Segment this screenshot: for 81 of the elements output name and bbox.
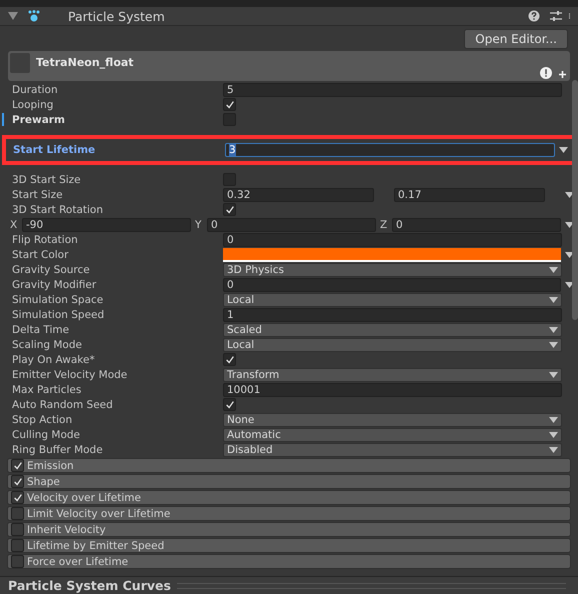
property-label: Play On Awake* <box>12 354 96 366</box>
number-field[interactable]: -90 <box>22 218 191 232</box>
property-label: Start Lifetime <box>13 144 96 156</box>
property-label: Prewarm <box>12 114 66 126</box>
checkbox[interactable] <box>11 539 24 552</box>
number-field[interactable]: 10001 <box>223 382 562 396</box>
component-title: Particle System <box>68 8 166 24</box>
number-field[interactable]: 0 <box>392 218 561 232</box>
checkbox[interactable] <box>11 475 24 488</box>
property-label: Emitter Velocity Mode <box>12 368 128 380</box>
thumbnail-icon <box>10 53 30 73</box>
particle-system-card[interactable]: TetraNeon_float <box>8 51 570 81</box>
property-label: Scaling Mode <box>12 338 83 350</box>
axis-label: Z <box>380 218 388 230</box>
property-label: Simulation Speed <box>12 308 106 320</box>
module-row[interactable]: Emission <box>7 458 571 473</box>
module-row[interactable]: Limit Velocity over Lifetime <box>7 506 571 521</box>
dropdown[interactable]: Scaled <box>223 322 562 336</box>
module-row[interactable]: Shape <box>7 474 571 489</box>
number-field[interactable]: 0.32 <box>223 188 374 202</box>
property-label: Gravity Modifier <box>12 278 98 290</box>
property-label: Flip Rotation <box>12 234 79 246</box>
number-field[interactable]: 0 <box>223 278 561 292</box>
dropdown[interactable]: Local <box>223 338 562 352</box>
module-row[interactable]: Velocity over Lifetime <box>7 490 571 505</box>
dropdown[interactable]: None <box>223 412 562 426</box>
property-label: Ring Buffer Mode <box>12 444 104 456</box>
dropdown[interactable]: Automatic <box>223 428 562 442</box>
property-label: Max Particles <box>12 384 82 396</box>
color-swatch[interactable] <box>223 248 561 262</box>
property-label: Start Size <box>12 188 64 200</box>
particles-icon <box>28 10 40 22</box>
open-editor-button[interactable]: Open Editor... <box>464 29 568 49</box>
number-field[interactable]: 0 <box>207 218 376 232</box>
axis-label: X <box>10 218 18 230</box>
warning-icon <box>540 67 552 79</box>
dropdown-arrow-icon[interactable] <box>565 192 574 198</box>
collapse-arrow-icon[interactable] <box>8 12 18 20</box>
number-field[interactable]: 1 <box>223 308 562 322</box>
number-field[interactable]: 3 <box>225 142 555 156</box>
help-icon[interactable] <box>528 10 540 22</box>
property-label: 3D Start Rotation <box>12 204 104 216</box>
property-label: 3D Start Size <box>12 174 82 186</box>
property-label: Simulation Space <box>12 294 104 306</box>
property-label: Auto Random Seed <box>12 398 114 410</box>
number-field[interactable]: 0.17 <box>394 188 545 202</box>
module-row[interactable]: Inherit Velocity <box>7 522 571 537</box>
property-label: Culling Mode <box>12 428 82 440</box>
property-label: Delta Time <box>12 324 70 336</box>
dropdown[interactable]: Transform <box>223 368 562 382</box>
checkbox[interactable] <box>11 491 24 504</box>
checkbox[interactable] <box>11 459 24 472</box>
property-label: Start Color <box>12 248 70 260</box>
property-label: Duration <box>12 84 59 96</box>
checkbox[interactable] <box>11 507 24 520</box>
axis-label: Y <box>195 218 202 230</box>
checkbox[interactable] <box>11 523 24 536</box>
module-row[interactable]: Force over Lifetime <box>7 554 571 569</box>
curves-bar: Particle System Curves <box>0 576 578 594</box>
dropdown-arrow-icon[interactable] <box>565 222 574 228</box>
plus-icon[interactable] <box>559 71 566 78</box>
module-row[interactable]: Lifetime by Emitter Speed <box>7 538 571 553</box>
dropdown[interactable]: Disabled <box>223 442 562 456</box>
property-label: Stop Action <box>12 414 74 426</box>
checkbox[interactable] <box>223 203 236 216</box>
property-label: Looping <box>12 98 54 110</box>
number-field[interactable]: 0 <box>223 232 562 246</box>
number-field[interactable]: 5 <box>223 82 562 96</box>
scrollbar[interactable] <box>572 80 578 320</box>
checkbox[interactable] <box>11 555 24 568</box>
system-name: TetraNeon_float <box>36 56 135 69</box>
checkbox[interactable] <box>223 353 236 366</box>
dropdown-arrow-icon[interactable] <box>559 146 568 152</box>
property-label: Gravity Source <box>12 264 91 276</box>
dropdown-arrow-icon[interactable] <box>549 372 558 378</box>
settings-sliders-icon[interactable] <box>550 10 562 22</box>
dropdown[interactable]: 3D Physics <box>223 262 562 276</box>
checkbox[interactable] <box>223 98 236 111</box>
checkbox[interactable] <box>223 398 236 411</box>
dropdown[interactable]: Local <box>223 292 562 306</box>
component-header[interactable]: Particle System <box>0 7 578 26</box>
